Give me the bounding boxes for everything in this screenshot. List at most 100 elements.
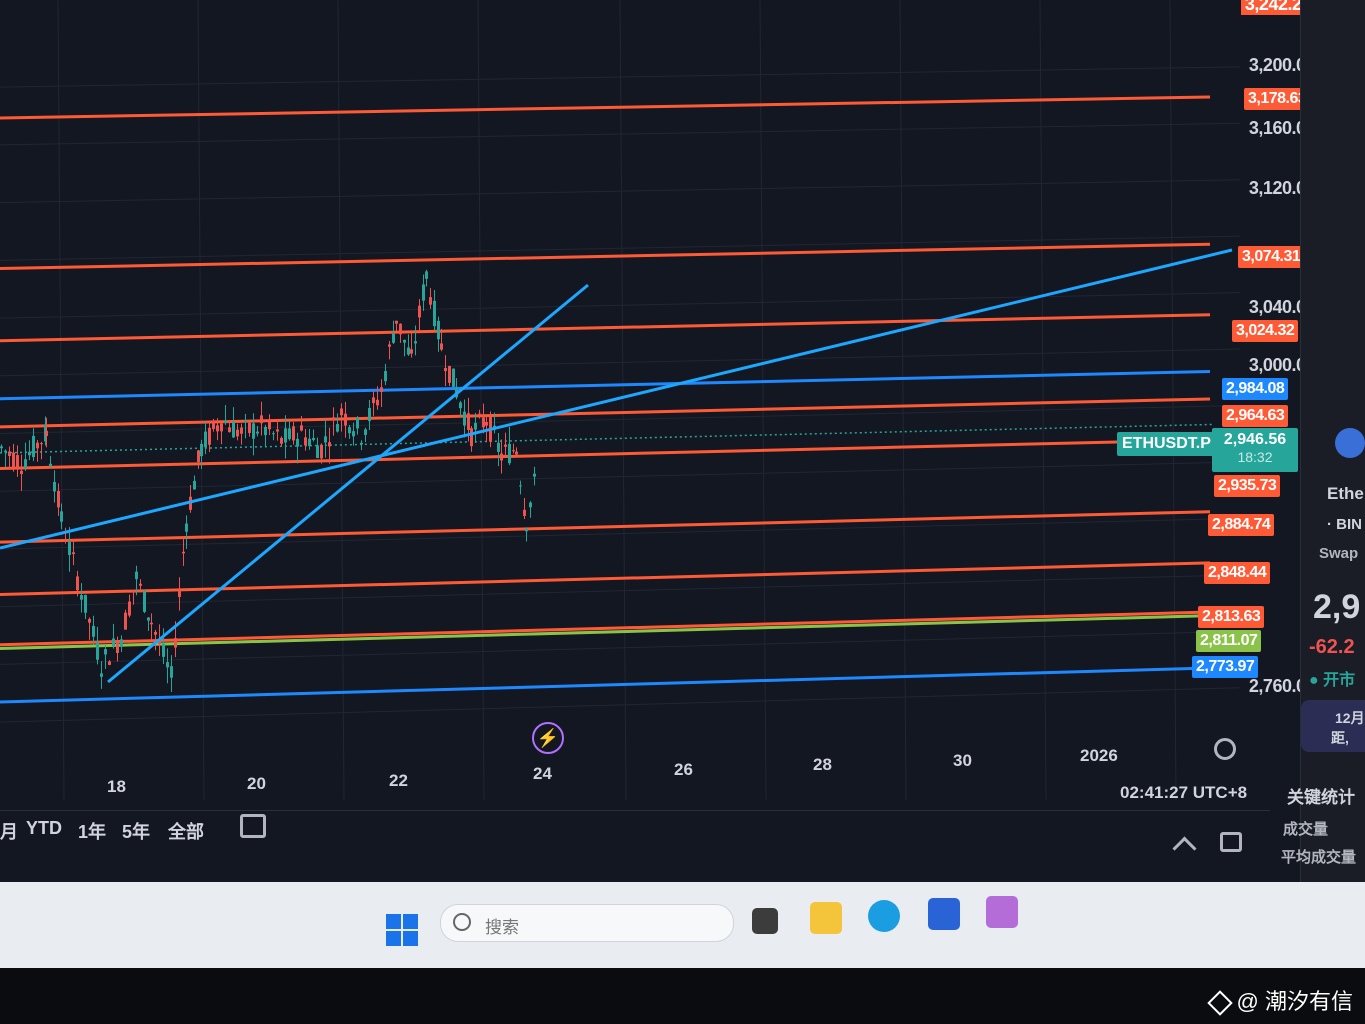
range-5y-button[interactable]: 5年 [122, 818, 150, 844]
candle-body [208, 427, 211, 445]
goto-date-icon[interactable] [240, 814, 266, 838]
candle-body [256, 431, 259, 434]
candle-body [515, 451, 518, 455]
exchange-name: · BIN [1327, 516, 1362, 533]
candle-body [212, 420, 215, 429]
candle-body [116, 641, 119, 653]
candle-body [296, 438, 299, 447]
candle-body [124, 612, 127, 630]
windows-start-icon[interactable] [386, 914, 418, 946]
sidebar-change: -62.2 [1309, 636, 1355, 658]
candle-body [368, 407, 371, 422]
candle-body [504, 444, 507, 447]
trading-screen: 3,242.20 3,200.00 3,160.00 3,120.00 3,04… [0, 0, 1365, 905]
candle-body [32, 435, 35, 458]
market-status: ● 开市 [1309, 672, 1356, 689]
date-tick: 18 [107, 777, 126, 796]
fullscreen-icon[interactable] [1220, 832, 1242, 852]
range-all-button[interactable]: 全部 [168, 818, 204, 844]
event-lightning-icon[interactable]: ⚡ [532, 722, 564, 754]
search-icon [453, 913, 471, 931]
candle-body [340, 408, 343, 416]
date-tick: 20 [247, 774, 266, 793]
candle-body [444, 367, 447, 372]
event-card[interactable]: 12月 距, [1301, 700, 1365, 752]
candle-body [344, 413, 347, 426]
candle-body [100, 673, 103, 677]
bar-countdown: 18:32 [1237, 449, 1273, 465]
task-view-icon[interactable] [752, 908, 778, 934]
candle-body [448, 366, 451, 383]
candle-body [49, 463, 52, 467]
price-chart[interactable] [0, 0, 1300, 810]
candle-body [437, 320, 440, 340]
range-1y-button[interactable]: 1年 [78, 818, 106, 844]
candle-body [467, 413, 470, 430]
grid-line-vertical [477, 0, 485, 801]
candle-body [292, 426, 295, 441]
candle-body [529, 502, 532, 508]
candle-body [36, 442, 39, 449]
watermark-text: @ 潮汐有信 [1236, 989, 1353, 1014]
search-placeholder: 搜索 [485, 918, 519, 937]
candle-body [240, 427, 243, 434]
candle-body [392, 333, 395, 343]
level-tag: 2,773.97 [1192, 656, 1259, 678]
candle-body [232, 421, 235, 438]
candle-body [324, 436, 327, 443]
range-ytd-button[interactable]: YTD [26, 818, 62, 839]
date-tick: 28 [813, 755, 832, 774]
candle-body [150, 622, 153, 625]
event-date: 12月 [1335, 710, 1365, 726]
candle-body [485, 421, 488, 426]
sidebar-price: 2,9 [1313, 588, 1361, 626]
candle-body [422, 284, 425, 301]
candle-body [143, 591, 146, 612]
edge-browser-icon[interactable] [868, 900, 900, 932]
candle-body [252, 423, 255, 439]
key-stats-title: 关键统计 [1287, 788, 1355, 807]
candle-body [372, 397, 375, 404]
candle-body [64, 540, 67, 542]
settings-gear-icon[interactable] [1214, 738, 1236, 760]
watermark: @ 潮汐有信 [1206, 984, 1353, 1016]
candle-body [92, 625, 95, 637]
file-explorer-icon[interactable] [810, 902, 842, 934]
candle-body [508, 443, 511, 464]
stat-volume: 成交量 [1283, 821, 1329, 838]
candle-body [96, 642, 99, 660]
candle-body [40, 443, 43, 445]
level-tag: 3,024.32 [1232, 320, 1299, 342]
candle-body [300, 425, 303, 431]
level-tag: 3,074.31 [1238, 246, 1305, 268]
candle-body [132, 589, 135, 592]
candle-body [104, 649, 107, 655]
candle-body [356, 417, 359, 429]
candle-body [463, 411, 466, 426]
app-icon[interactable] [986, 896, 1018, 928]
candle-body [12, 452, 15, 468]
date-tick: 24 [533, 764, 552, 783]
candle-body [272, 433, 275, 435]
level-tag: 2,964.63 [1222, 405, 1289, 427]
level-line [0, 313, 1211, 343]
range-month-button[interactable]: 月 [0, 818, 18, 844]
store-icon[interactable] [928, 898, 960, 930]
date-tick: 26 [674, 760, 693, 779]
candle-body [433, 300, 436, 327]
date-tick: 22 [389, 771, 408, 790]
candle-body [128, 601, 131, 616]
candle-body [336, 424, 339, 432]
last-price: 2,946.56 [1223, 431, 1287, 448]
taskbar-search-input[interactable]: 搜索 [440, 904, 734, 942]
candle-body [425, 271, 428, 279]
candle-body [80, 595, 83, 600]
candle-body [170, 666, 173, 678]
utc-clock[interactable]: 02:41:27 UTC+8 [1120, 783, 1247, 803]
windows-taskbar: 搜索 [0, 882, 1365, 968]
candle-body [352, 431, 355, 437]
candle-body [268, 420, 271, 430]
level-tag: 2,884.74 [1208, 514, 1275, 536]
candle-body [328, 442, 331, 447]
candle-body [57, 490, 60, 508]
